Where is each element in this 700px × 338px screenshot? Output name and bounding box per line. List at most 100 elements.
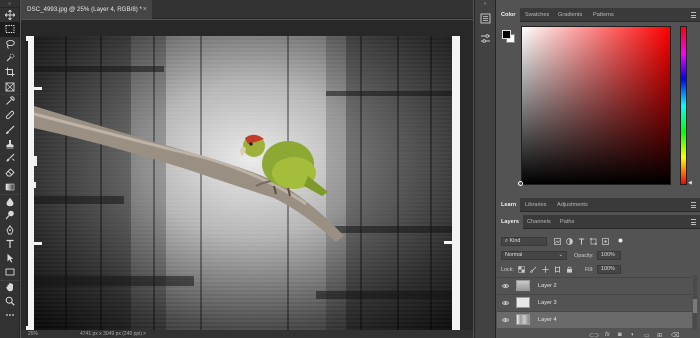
layer-row-selected[interactable]: Layer 4: [497, 311, 692, 328]
healing-tool-icon[interactable]: [0, 108, 20, 122]
lock-all-icon[interactable]: [566, 266, 573, 273]
tab-gradients[interactable]: Gradients: [554, 8, 586, 22]
layer-thumbnail: [516, 280, 530, 291]
hue-slider[interactable]: [680, 26, 687, 185]
history-panel-icon[interactable]: [475, 8, 495, 28]
layer-filter-kind[interactable]: ⌕ Kind: [501, 237, 547, 246]
tab-swatches[interactable]: Swatches: [521, 8, 553, 22]
tab-libraries[interactable]: Libraries: [521, 198, 550, 212]
quick-select-tool-icon[interactable]: [0, 51, 20, 65]
document-tab[interactable]: DSC_4993.jpg @ 25% (Layer 4, RGB/8) * ×: [21, 0, 152, 19]
zoom-tool-icon[interactable]: [0, 294, 20, 308]
dodge-tool-icon[interactable]: [0, 208, 20, 222]
hue-slider-arrow-icon[interactable]: ◀: [688, 180, 692, 186]
opacity-label: Opacity:: [574, 253, 594, 259]
chevron-down-icon: ⌄: [558, 252, 563, 258]
type-tool-icon[interactable]: [0, 237, 20, 251]
color-picker-field[interactable]: [521, 26, 671, 185]
filter-pixel-icon[interactable]: [554, 238, 561, 245]
status-bar: 25% 4741 px x 3049 px (240 ppi) >: [21, 330, 473, 338]
history-brush-tool-icon[interactable]: [0, 151, 20, 165]
color-picker-cursor[interactable]: [518, 181, 523, 186]
filter-toggle-icon[interactable]: [617, 237, 624, 244]
layers-panel-tabs: Layers Channels Paths: [497, 215, 700, 229]
layers-panel: ⌕ Kind Normal ⌄ Opacity: 100% Lock: Fill…: [497, 231, 700, 338]
document-dimensions: 4741 px x 3049 px (240 ppi): [80, 331, 142, 337]
color-panel-menu-icon[interactable]: [691, 12, 696, 18]
lasso-tool-icon[interactable]: [0, 37, 20, 51]
stamp-tool-icon[interactable]: [0, 137, 20, 151]
lock-artboard-icon[interactable]: [554, 266, 561, 273]
tab-color[interactable]: Color: [497, 8, 520, 22]
layer-name: Layer 2: [538, 283, 557, 289]
filter-type-icon[interactable]: [578, 238, 585, 245]
collapsed-panels-dock: «: [474, 0, 496, 338]
link-layers-icon[interactable]: ⊂⊃: [589, 332, 599, 338]
marquee-tool-icon[interactable]: [0, 22, 20, 37]
photoshop-window: » DSC_4993.jpg @ 25% (Layer 4, RGB/8) * …: [0, 0, 700, 338]
hand-tool-icon[interactable]: [0, 279, 20, 294]
crop-tool-icon[interactable]: [0, 65, 20, 79]
path-select-tool-icon[interactable]: [0, 251, 20, 265]
lock-position-icon[interactable]: [542, 266, 549, 273]
eye-icon[interactable]: [502, 300, 509, 306]
move-tool-icon[interactable]: [0, 8, 20, 22]
group-icon[interactable]: ▭: [644, 332, 650, 338]
rectangle-tool-icon[interactable]: [0, 265, 20, 279]
delete-layer-icon[interactable]: ⌫: [671, 332, 679, 338]
layers-scrollbar[interactable]: [693, 275, 697, 330]
toolbar-collapse-grip[interactable]: »: [0, 0, 19, 8]
fill-label: Fill:: [585, 267, 594, 273]
pen-tool-icon[interactable]: [0, 222, 20, 236]
dock-collapse-grip[interactable]: «: [475, 0, 495, 8]
document-tab-title: DSC_4993.jpg @ 25% (Layer 4, RGB/8) *: [27, 6, 142, 13]
opacity-value: 100%: [601, 252, 615, 258]
eye-icon[interactable]: [502, 317, 509, 323]
properties-panel-icon[interactable]: [475, 28, 495, 48]
more-tools-icon[interactable]: [0, 308, 20, 322]
opacity-field[interactable]: 100%: [597, 251, 621, 260]
layers-footer: ⊂⊃ fx ◙ ◐ ▭ ⊞ ⌫: [497, 332, 700, 338]
filter-kind-value: Kind: [509, 238, 521, 244]
foreground-color-swatch[interactable]: [502, 30, 511, 39]
tab-paths[interactable]: Paths: [556, 215, 578, 229]
fill-field[interactable]: 100%: [597, 265, 621, 274]
filter-adjustment-icon[interactable]: [566, 238, 573, 245]
blur-tool-icon[interactable]: [0, 193, 20, 208]
tools-panel: »: [0, 0, 20, 338]
learn-panel-menu-icon[interactable]: [691, 202, 696, 208]
status-menu-arrow[interactable]: >: [143, 330, 146, 338]
lock-pixels-icon[interactable]: [530, 266, 537, 273]
gradient-tool-icon[interactable]: [0, 180, 20, 194]
blend-mode-select[interactable]: Normal ⌄: [501, 251, 567, 260]
tab-patterns[interactable]: Patterns: [589, 8, 618, 22]
new-layer-icon[interactable]: ⊞: [657, 332, 662, 338]
tab-layers[interactable]: Layers: [497, 215, 524, 229]
eyedropper-tool-icon[interactable]: [0, 93, 20, 108]
add-mask-icon[interactable]: ◙: [618, 332, 622, 338]
tab-adjustments[interactable]: Adjustments: [553, 198, 592, 212]
zoom-level[interactable]: 25%: [28, 330, 38, 338]
layer-row[interactable]: Layer 3: [497, 294, 692, 311]
close-tab-icon[interactable]: ×: [143, 0, 147, 19]
tab-learn[interactable]: Learn: [497, 198, 521, 212]
tab-channels[interactable]: Channels: [523, 215, 555, 229]
layers-panel-menu-icon[interactable]: [691, 219, 696, 225]
brush-tool-icon[interactable]: [0, 122, 20, 136]
filter-smart-object-icon[interactable]: [602, 238, 609, 245]
canvas-area[interactable]: [21, 20, 473, 331]
eye-icon[interactable]: [502, 283, 509, 289]
lock-transparency-icon[interactable]: [518, 266, 525, 273]
layer-row[interactable]: Layer 2: [497, 277, 692, 294]
layer-name: Layer 4: [538, 317, 557, 323]
adjustment-layer-icon[interactable]: ◐: [631, 332, 635, 338]
layers-scrollbar-thumb[interactable]: [693, 299, 697, 313]
color-panel: ◀: [497, 22, 700, 192]
document-image[interactable]: [26, 36, 460, 331]
layer-thumbnail: [516, 314, 530, 325]
right-panels: Color Swatches Gradients Patterns ◀ Lear…: [497, 0, 700, 338]
frame-tool-icon[interactable]: [0, 79, 20, 93]
filter-shape-icon[interactable]: [590, 238, 597, 245]
eraser-tool-icon[interactable]: [0, 165, 20, 179]
fx-icon[interactable]: fx: [605, 332, 610, 338]
